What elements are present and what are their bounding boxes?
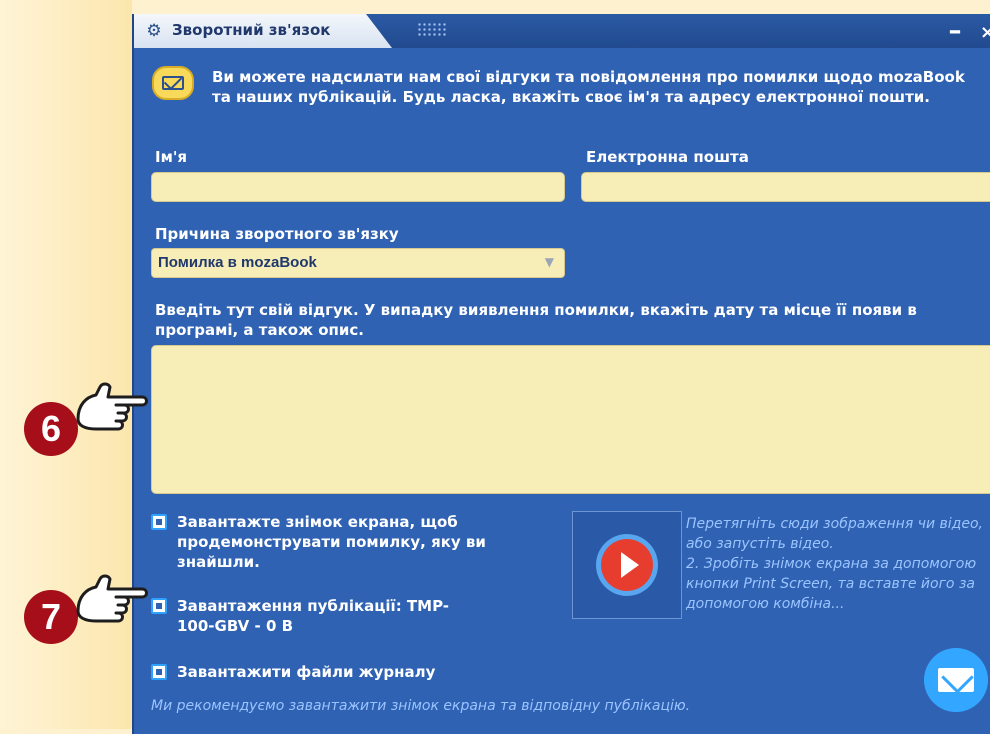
screenshot-checkbox-row[interactable]: Завантажте знімок екрана, щоб продемонст… <box>151 512 543 574</box>
feedback-textarea[interactable] <box>151 345 990 494</box>
send-button[interactable] <box>924 648 988 712</box>
video-help-text: Перетягніть сюди зображення чи відео, аб… <box>686 516 983 612</box>
publication-checkbox-row[interactable]: Завантаження публікації: TMP-100-GBV - 0… <box>151 596 511 640</box>
callout-six-badge: 6 <box>24 402 78 456</box>
chevron-down-icon: ▼ <box>544 255 554 269</box>
mail-icon <box>152 66 194 100</box>
logs-checkbox-label[interactable]: Завантажити файли журналу <box>177 662 507 682</box>
reason-select-value: Помилка в mozaBook <box>158 254 317 271</box>
close-button[interactable]: × <box>980 22 990 44</box>
name-field[interactable] <box>151 172 565 202</box>
email-label: Електронна пошта <box>586 148 749 166</box>
publication-checkbox-label[interactable]: Завантаження публікації: TMP-100-GBV - 0… <box>177 596 477 636</box>
email-field[interactable] <box>581 172 990 202</box>
logs-checkbox[interactable] <box>151 664 167 680</box>
callout-seven-badge: 7 <box>24 590 78 644</box>
play-button-inner[interactable] <box>601 539 653 591</box>
publication-checkbox[interactable] <box>151 598 167 614</box>
feedback-window: ⚙ Зворотний зв'язок – × Ви можете надсил… <box>132 14 990 734</box>
gear-icon: ⚙ <box>146 21 162 41</box>
logs-checkbox-row[interactable]: Завантажити файли журналу <box>151 662 511 688</box>
recommendation-text: Ми рекомендуємо завантажити знімок екран… <box>151 698 691 714</box>
reason-label: Причина зворотного зв'язку <box>155 225 399 243</box>
screenshot-checkbox-label[interactable]: Завантажте знімок екрана, щоб продемонст… <box>177 512 539 572</box>
feedback-label: Введіть тут свій відгук. У випадку виявл… <box>155 301 917 339</box>
name-label: Ім'я <box>155 148 188 166</box>
pointing-hand-icon <box>76 574 148 623</box>
drag-grip-icon[interactable] <box>417 22 447 36</box>
intro-text: Ви можете надсилати нам свої відгуки та … <box>212 68 965 106</box>
reason-select[interactable]: Помилка в mozaBook ▼ <box>151 248 565 278</box>
page-background-top <box>132 0 990 14</box>
titlebar: ⚙ Зворотний зв'язок – × <box>134 14 990 48</box>
pointing-hand-icon <box>76 382 148 431</box>
screenshot-checkbox[interactable] <box>151 514 167 530</box>
play-icon[interactable] <box>596 534 658 596</box>
window-tab: ⚙ Зворотний зв'язок <box>134 14 392 48</box>
media-drop-zone[interactable] <box>572 511 682 619</box>
minimize-button[interactable]: – <box>944 18 966 44</box>
window-title: Зворотний зв'язок <box>172 21 331 39</box>
